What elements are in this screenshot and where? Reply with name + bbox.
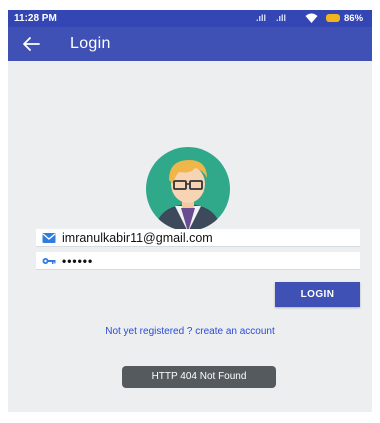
email-field[interactable] <box>36 229 360 247</box>
status-bar: 11:28 PM .ıll .ıll 86% <box>8 10 372 27</box>
envelope-icon <box>42 233 56 243</box>
signal-icon: .ıll <box>256 13 267 23</box>
password-field[interactable] <box>36 252 360 270</box>
signal-icon-2: .ıll <box>276 13 287 23</box>
app-bar: Login <box>8 27 372 61</box>
email-input[interactable] <box>62 229 354 246</box>
user-avatar-icon <box>146 147 230 231</box>
page-title: Login <box>70 35 111 52</box>
back-arrow-icon[interactable] <box>22 36 40 52</box>
key-icon <box>42 258 56 264</box>
password-input[interactable] <box>62 252 354 269</box>
status-time: 11:28 PM <box>14 13 57 24</box>
battery-percent: 86% <box>344 13 364 24</box>
login-button[interactable]: LOGIN <box>275 282 360 307</box>
wifi-icon <box>305 13 318 23</box>
create-account-link[interactable]: Not yet registered ? create an account <box>8 326 372 337</box>
error-toast: HTTP 404 Not Found <box>122 366 276 388</box>
phone-screen: 11:28 PM .ıll .ıll 86% Login imranulkabi… <box>8 10 372 412</box>
battery-icon <box>326 14 340 22</box>
